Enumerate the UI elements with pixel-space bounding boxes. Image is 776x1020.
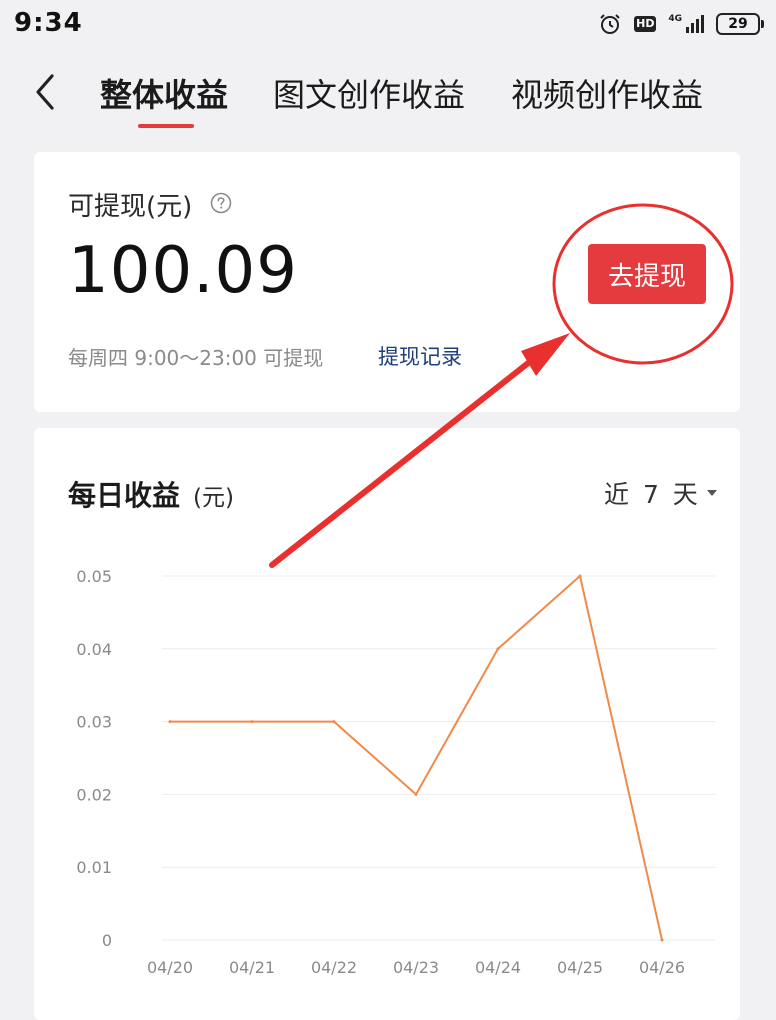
- data-point: [578, 574, 582, 578]
- network-type: 4G: [668, 14, 682, 24]
- x-tick-label: 04/24: [475, 958, 521, 977]
- active-tab-indicator: [138, 124, 194, 128]
- app-screen: 9:34 HD 4G 29 整体收益 图文创作收益 视频创作收益 可提现(元) …: [0, 0, 776, 1020]
- status-icons: HD 4G 29: [598, 10, 764, 38]
- status-bar: 9:34 HD 4G 29: [0, 0, 776, 50]
- tab-article-income[interactable]: 图文创作收益: [273, 70, 465, 116]
- alarm-icon: [600, 14, 621, 34]
- caret-down-icon: [706, 490, 717, 496]
- withdraw-record-link[interactable]: 提现记录: [378, 341, 462, 371]
- data-point: [414, 792, 418, 796]
- withdraw-card: 可提现(元) 100.09 去提现 每周四 9:00～23:00 可提现 提现记…: [34, 152, 740, 412]
- data-point: [660, 938, 664, 942]
- daily-income-unit: (元): [193, 485, 234, 511]
- withdraw-button[interactable]: 去提现: [588, 244, 706, 304]
- y-tick-label: 0.04: [76, 640, 112, 659]
- withdrawable-amount: 100.09: [68, 234, 298, 308]
- date-range-label: 近 7 天: [604, 480, 701, 509]
- tab-overall-income[interactable]: 整体收益: [100, 70, 228, 116]
- y-tick-label: 0.03: [76, 713, 112, 732]
- date-range-dropdown[interactable]: 近 7 天: [604, 476, 719, 510]
- nav-bar: 整体收益 图文创作收益 视频创作收益: [0, 56, 776, 136]
- signal-icon: 4G: [668, 15, 704, 33]
- x-tick-label: 04/22: [311, 958, 357, 977]
- x-tick-label: 04/20: [147, 958, 193, 977]
- hd-icon: HD: [634, 16, 657, 32]
- daily-income-card: 每日收益 (元) 近 7 天 0.05 0.04 0.03 0.02 0.01 0 04/…: [34, 428, 740, 1020]
- x-tick-label: 04/23: [393, 958, 439, 977]
- y-tick-label: 0.05: [76, 567, 112, 586]
- status-time: 9:34: [14, 8, 83, 38]
- help-icon[interactable]: [210, 192, 232, 214]
- x-tick-label: 04/25: [557, 958, 603, 977]
- y-tick-label: 0: [102, 931, 112, 950]
- y-tick-label: 0.01: [76, 858, 112, 877]
- x-tick-label: 04/21: [229, 958, 275, 977]
- data-point: [250, 720, 254, 724]
- withdraw-schedule-hint: 每周四 9:00～23:00 可提现: [68, 346, 324, 370]
- tab-video-income[interactable]: 视频创作收益: [511, 70, 703, 116]
- daily-income-title: 每日收益: [68, 479, 181, 512]
- data-point: [496, 647, 500, 651]
- battery-icon: 29: [716, 13, 764, 35]
- x-tick-label: 04/26: [639, 958, 685, 977]
- daily-income-chart: 0.05 0.04 0.03 0.02 0.01 0 04/20 04/21 04/22 04/…: [76, 567, 716, 977]
- back-arrow-icon[interactable]: [28, 70, 64, 114]
- data-point: [168, 720, 172, 724]
- data-point: [332, 720, 336, 724]
- withdrawable-label: 可提现(元): [68, 192, 193, 222]
- income-series-line: [170, 575, 663, 941]
- y-tick-label: 0.02: [76, 785, 112, 804]
